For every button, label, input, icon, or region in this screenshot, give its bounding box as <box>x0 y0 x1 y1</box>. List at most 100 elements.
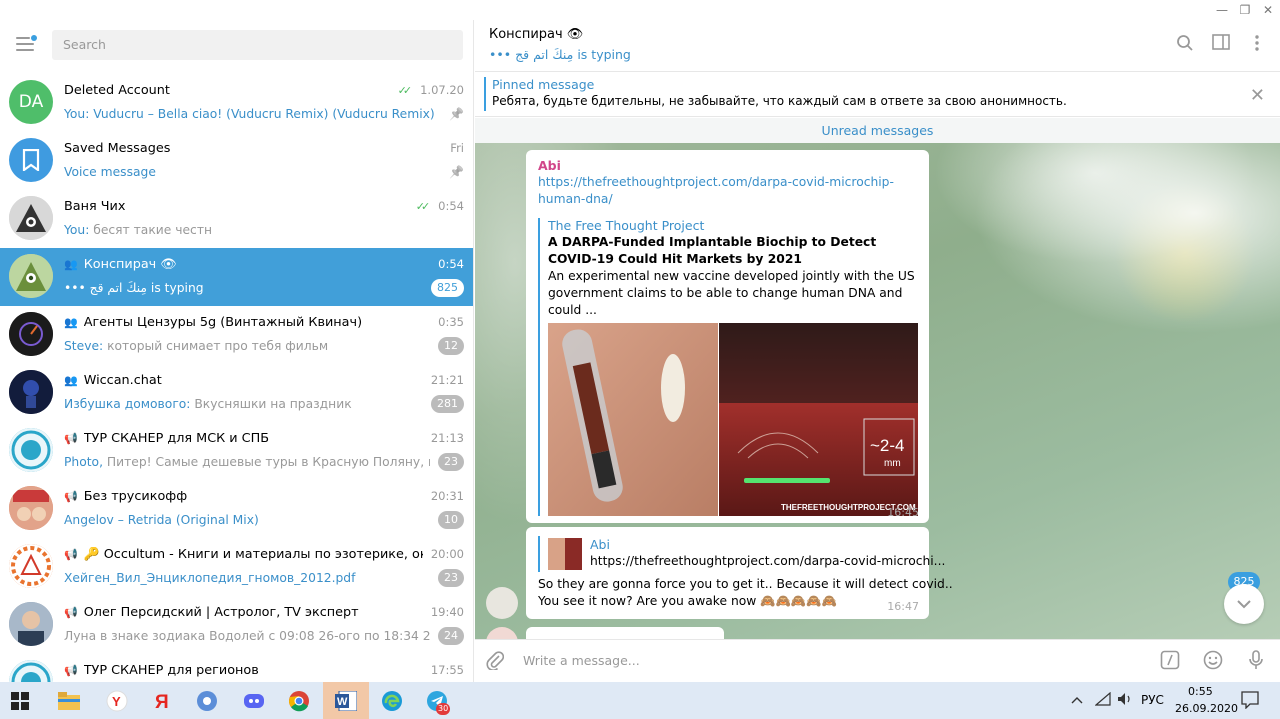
chat-last-message: Избушка домового: Вкусняшки на праздник <box>64 397 423 411</box>
start-icon[interactable] <box>5 686 35 716</box>
chrome-icon[interactable] <box>284 686 314 716</box>
more-vertical-icon[interactable] <box>1247 34 1267 54</box>
unread-badge: 10 <box>438 511 464 529</box>
chat-list-item[interactable]: 📢 🔑 Occultum - Книги и материалы по эзоте… <box>0 538 473 596</box>
svg-text:Y: Y <box>112 694 121 709</box>
message-preview: Хейген_Вил_Энциклопедия_гномов_2012.pdf <box>64 571 356 585</box>
search-input[interactable]: Search <box>52 30 463 60</box>
unread-badge: 281 <box>431 395 464 413</box>
reply-preview[interactable]: Abi https://thefreethoughtproject.com/da… <box>538 536 945 572</box>
language-indicator[interactable]: РУС <box>1141 693 1164 707</box>
sidebar-toggle-icon[interactable] <box>1211 34 1231 54</box>
chat-last-message: ••• مِنكَ اتم قج is typing <box>64 281 423 295</box>
hamburger-menu-icon[interactable] <box>16 35 37 51</box>
chat-title[interactable]: Конспирач 👁 <box>489 27 583 42</box>
chat-list-item[interactable]: 👥 Wiccan.chat 21:21 Избушка домового: Вкусн… <box>0 364 473 422</box>
minimize-icon[interactable]: — <box>1214 2 1230 18</box>
chat-avatar <box>9 254 53 298</box>
scroll-down-button[interactable] <box>1224 584 1264 624</box>
chat-last-message: Angelov – Retrida (Original Mix) <box>64 513 430 527</box>
chat-last-message: You: Vuducru – Bella ciao! (Vuducru Remi… <box>64 107 441 121</box>
clock-time[interactable]: 0:55 <box>1188 685 1213 698</box>
search-icon[interactable] <box>1175 34 1195 54</box>
notifications-icon[interactable] <box>1241 691 1259 712</box>
yandex-icon[interactable]: Я <box>147 686 177 716</box>
pinned-accent-bar <box>484 77 486 111</box>
chat-avatar <box>9 544 53 588</box>
pinned-text: Ребята, будьте бдительны, не забывайте, … <box>492 94 1067 108</box>
message-preview: который снимает про тебя фильм <box>103 339 329 353</box>
message-input[interactable]: Write a message... <box>523 653 640 668</box>
sender-avatar[interactable] <box>486 587 518 619</box>
chat-time: 21:13 <box>430 431 464 445</box>
preview-image[interactable]: ~2-4 mm THEFREETHOUGHTPROJECT.COM <box>548 323 918 516</box>
chat-avatar <box>9 138 53 182</box>
pin-icon: 📌 <box>449 107 464 121</box>
channel-icon: 📢 <box>64 663 78 677</box>
bot-commands-icon[interactable] <box>1159 650 1181 672</box>
message-preview: Луна в знаке зодиака Водолей с 09:08 26-… <box>64 629 430 643</box>
chat-list-item[interactable]: DA Deleted Account ✓✓ 1.07.20 You: Vuducru –… <box>0 74 473 132</box>
close-icon[interactable]: ✕ <box>1250 85 1265 106</box>
attach-icon[interactable] <box>484 650 506 672</box>
chat-last-message: Voice message <box>64 165 441 179</box>
chat-list-item[interactable]: Ваня Чих ✓✓ 0:54 You: бесят такие честн <box>0 190 473 248</box>
channel-icon: 📢 <box>64 547 78 561</box>
microphone-icon[interactable] <box>1245 650 1267 672</box>
chromium-icon[interactable] <box>192 686 222 716</box>
discord-icon[interactable] <box>239 686 269 716</box>
chat-list-item[interactable]: 👥 Агенты Цензуры 5g (Винтажный Квинач) 0:3… <box>0 306 473 364</box>
chat-list-item[interactable]: 📢 ТУР СКАНЕР для МСК и СПБ 21:13 Photo, Пит… <box>0 422 473 480</box>
read-check-icon: ✓✓ <box>415 199 431 213</box>
message-preview: You: Vuducru – Bella ciao! (Vuducru Remi… <box>64 107 435 121</box>
chat-name: Олег Персидский | Астролог, TV эксперт <box>83 604 359 620</box>
chat-avatar <box>9 196 53 240</box>
reply-text: https://thefreethoughtproject.com/darpa-… <box>590 554 946 568</box>
chat-list-item[interactable]: 📢 Без трусикофф 20:31 Angelov – Retrida (Or… <box>0 480 473 538</box>
message-bubble[interactable]: Abi https://thefreethoughtproject.com/da… <box>526 527 953 619</box>
preview-site: The Free Thought Project <box>548 218 705 233</box>
chat-avatar <box>9 486 53 530</box>
message-area[interactable]: Abi https://thefreethoughtproject.com/da… <box>475 143 1280 639</box>
chat-list-item[interactable]: 👥 Конспирач 👁 0:54 ••• مِنكَ اتم قج is typi… <box>0 248 473 306</box>
sender-avatar[interactable] <box>486 627 518 639</box>
message-time: 16:45 <box>887 506 919 519</box>
volume-icon[interactable] <box>1117 692 1133 709</box>
pinned-message[interactable]: Pinned message Ребята, будьте бдительны,… <box>475 73 1280 117</box>
chat-list-item[interactable]: 📢 Олег Персидский | Астролог, TV эксперт 1… <box>0 596 473 654</box>
edge-icon[interactable] <box>377 686 407 716</box>
message-sender[interactable]: Abi <box>538 158 561 173</box>
chat-time: 21:21 <box>430 373 464 387</box>
yandex-browser-icon[interactable]: Y <box>102 686 132 716</box>
svg-text:Я: Я <box>155 692 169 711</box>
unread-badge: 12 <box>438 337 464 355</box>
close-window-icon[interactable]: ✕ <box>1260 2 1276 18</box>
emoji-icon[interactable] <box>1202 650 1224 672</box>
network-icon[interactable] <box>1094 691 1111 709</box>
message-bubble[interactable]: Abi https://thefreethoughtproject.com/da… <box>526 150 929 523</box>
unread-badge: 23 <box>438 569 464 587</box>
chat-avatar <box>9 312 53 356</box>
chat-last-message: Луна в знаке зодиака Водолей с 09:08 26-… <box>64 629 430 643</box>
tray-expand-icon[interactable] <box>1071 693 1083 707</box>
chat-name: Ваня Чих <box>64 198 126 214</box>
message-preview: Питер! Самые дешевые туры в Красную Поля… <box>106 455 430 469</box>
chat-list: DA Deleted Account ✓✓ 1.07.20 You: Vuducru –… <box>0 74 473 682</box>
message-sender: You: <box>64 223 90 237</box>
chat-last-message: You: бесят такие честн <box>64 223 464 237</box>
chat-list-item[interactable]: Saved Messages Fri Voice message 📌 <box>0 132 473 190</box>
chat-time: 20:31 <box>430 489 464 503</box>
file-explorer-icon[interactable] <box>54 686 84 716</box>
clock-date[interactable]: 26.09.2020 <box>1175 702 1238 715</box>
unread-messages-bar: Unread messages <box>475 118 1280 143</box>
message-link[interactable]: https://thefreethoughtproject.com/darpa-… <box>538 174 918 208</box>
message-bubble[interactable] <box>526 627 724 639</box>
chat-last-message: Steve: который снимает про тебя фильм <box>64 339 430 353</box>
message-sender: Steve: <box>64 339 104 353</box>
word-icon[interactable]: W <box>331 686 361 716</box>
image-measurement: ~2-4 <box>870 436 905 455</box>
chat-list-item[interactable]: 📢 ТУР СКАНЕР для регионов 17:55 <box>0 654 473 682</box>
restore-icon[interactable]: ❐ <box>1237 2 1253 18</box>
link-preview[interactable]: The Free Thought Project A DARPA-Funded … <box>538 218 918 516</box>
unread-badge: 825 <box>431 279 464 297</box>
